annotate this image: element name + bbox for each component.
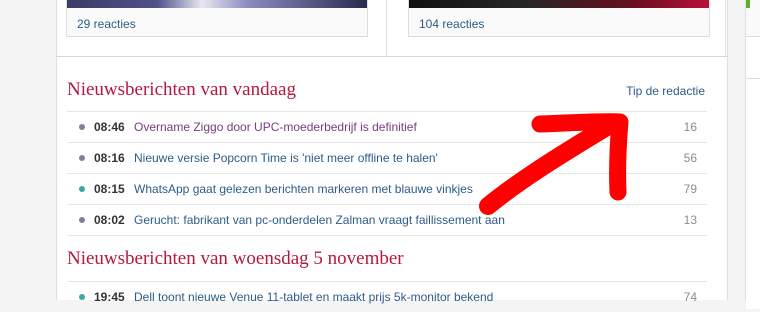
annotation-arrow-icon (479, 113, 629, 215)
